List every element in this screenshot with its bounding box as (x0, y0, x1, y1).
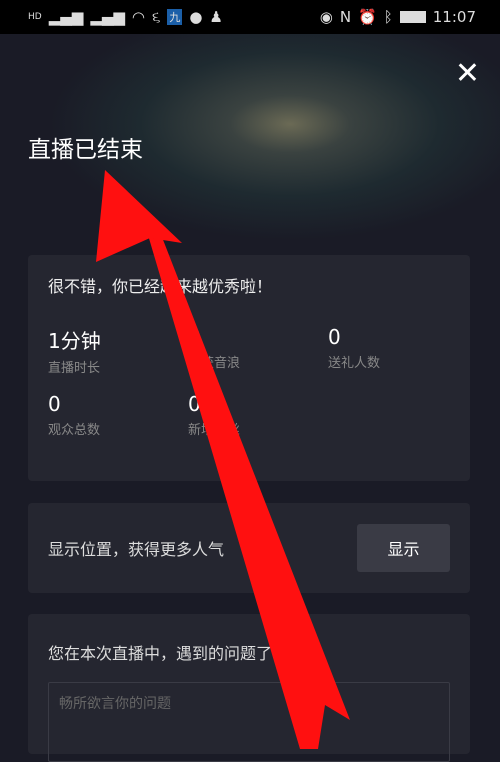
arrow-head (96, 170, 182, 262)
annotation-arrow (96, 170, 350, 749)
arrow-shaft (148, 232, 350, 749)
